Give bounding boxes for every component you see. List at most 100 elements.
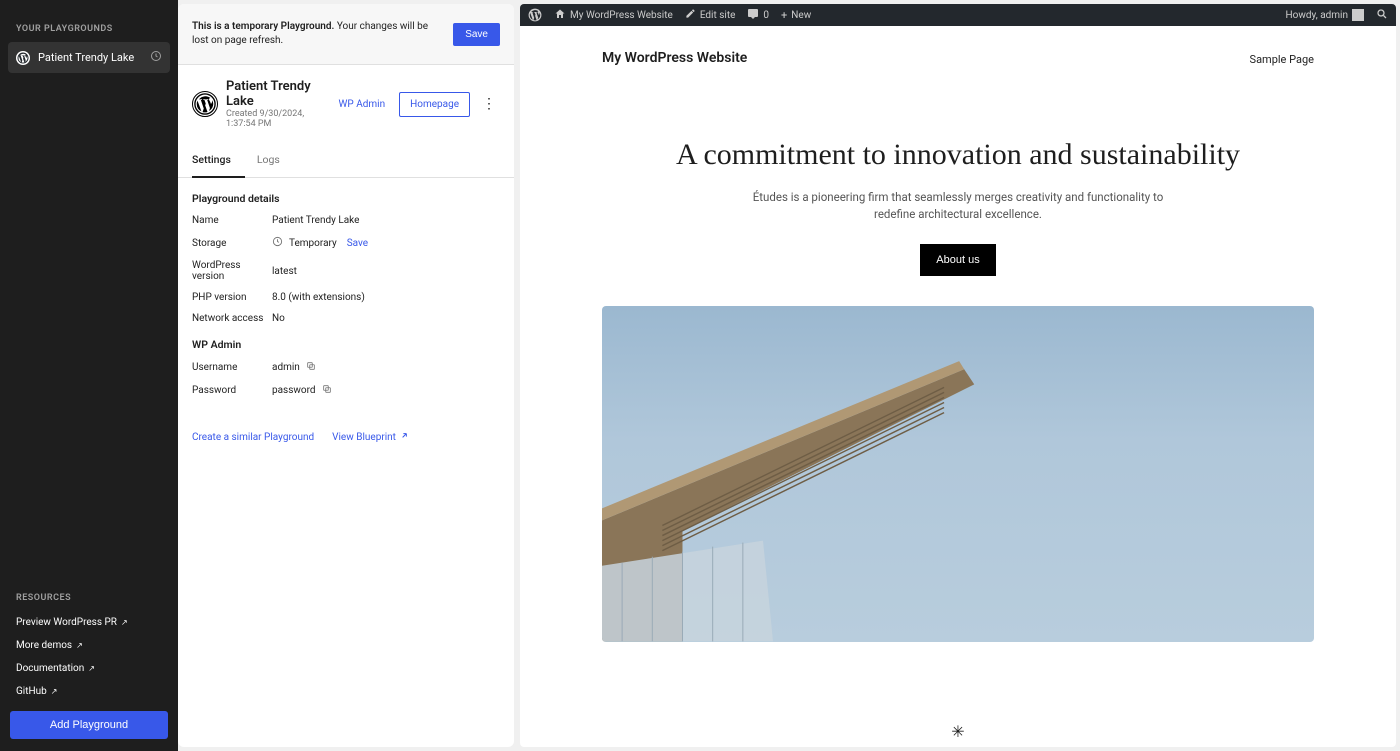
more-icon[interactable]: ⋮ <box>478 96 500 112</box>
save-button[interactable]: Save <box>453 23 500 46</box>
link-label: More demos <box>16 640 72 651</box>
hero-image <box>602 306 1314 642</box>
external-link-icon: ↗ <box>76 641 83 650</box>
resources-heading: RESOURCES <box>16 593 162 603</box>
wordpress-icon <box>16 51 30 65</box>
panel-created: Created 9/30/2024, 1:37:54 PM <box>226 109 325 129</box>
comments-menu[interactable]: 0 <box>747 8 769 23</box>
add-playground-button[interactable]: Add Playground <box>10 711 168 739</box>
detail-row-php-version: PHP version 8.0 (with extensions) <box>192 292 500 303</box>
admin-bar-label: My WordPress Website <box>570 10 673 21</box>
detail-value: No <box>272 313 500 324</box>
wp-logo-menu[interactable] <box>528 8 542 22</box>
detail-row-storage: Storage Temporary Save <box>192 236 500 250</box>
clock-icon <box>150 50 162 65</box>
detail-value: Patient Trendy Lake <box>272 215 500 226</box>
detail-label: WordPress version <box>192 260 272 282</box>
site-header: My WordPress Website Sample Page <box>602 48 1314 67</box>
avatar <box>1352 9 1364 21</box>
detail-label: Storage <box>192 238 272 249</box>
panel-footer-links: Create a similar Playground View Bluepri… <box>178 421 514 453</box>
hero: A commitment to innovation and sustainab… <box>602 137 1314 276</box>
about-us-button[interactable]: About us <box>920 244 995 276</box>
homepage-button[interactable]: Homepage <box>399 92 470 117</box>
view-blueprint-link[interactable]: View Blueprint <box>332 431 409 443</box>
details-heading: Playground details <box>192 192 500 205</box>
external-link-icon: ↗ <box>121 618 128 627</box>
panel-header: Patient Trendy Lake Created 9/30/2024, 1… <box>178 65 514 143</box>
playground-name: Patient Trendy Lake <box>38 51 150 64</box>
wordpress-icon <box>192 91 218 117</box>
hero-heading: A commitment to innovation and sustainab… <box>602 137 1314 173</box>
clock-icon <box>272 236 283 250</box>
detail-label: Name <box>192 215 272 226</box>
username-value: admin <box>272 362 300 373</box>
admin-bar-label: Howdy, admin <box>1286 10 1348 21</box>
site-name-menu[interactable]: My WordPress Website <box>554 8 673 23</box>
howdy-menu[interactable]: Howdy, admin <box>1286 9 1364 21</box>
copy-icon[interactable] <box>322 384 332 397</box>
admin-bar-label: New <box>791 10 811 21</box>
edit-site-menu[interactable]: Edit site <box>685 8 736 22</box>
github-link[interactable]: GitHub ↗ <box>8 680 170 703</box>
admin-bar-left: My WordPress Website Edit site 0 + New <box>528 8 811 23</box>
sidebar: YOUR PLAYGROUNDS Patient Trendy Lake RES… <box>0 0 178 751</box>
admin-bar-right: Howdy, admin <box>1286 8 1388 23</box>
new-menu[interactable]: + New <box>781 9 811 22</box>
search-menu[interactable] <box>1376 8 1388 23</box>
detail-label: Password <box>192 385 272 396</box>
panel-body: Playground details Name Patient Trendy L… <box>178 178 514 421</box>
admin-bar-label: Edit site <box>700 10 736 21</box>
detail-row-network: Network access No <box>192 313 500 324</box>
detail-value: Temporary Save <box>272 236 500 250</box>
site-title[interactable]: My WordPress Website <box>602 50 747 66</box>
detail-value: admin <box>272 361 500 374</box>
site-nav: Sample Page <box>1250 48 1314 67</box>
detail-value: latest <box>272 266 500 277</box>
tabs: Settings Logs <box>178 143 514 178</box>
separator-icon: ✳ <box>602 722 1314 741</box>
admin-bar-label: 0 <box>763 10 769 21</box>
detail-row-name: Name Patient Trendy Lake <box>192 215 500 226</box>
detail-label: PHP version <box>192 292 272 303</box>
plus-icon: + <box>781 9 787 22</box>
external-link-icon: ↗ <box>51 687 58 696</box>
search-icon <box>1376 8 1388 23</box>
detail-row-wp-version: WordPress version latest <box>192 260 500 282</box>
documentation-link[interactable]: Documentation ↗ <box>8 657 170 680</box>
storage-save-link[interactable]: Save <box>347 238 368 249</box>
link-label: GitHub <box>16 686 47 697</box>
playground-item[interactable]: Patient Trendy Lake <box>8 42 170 73</box>
playgrounds-heading: YOUR PLAYGROUNDS <box>16 24 162 34</box>
wp-admin-link[interactable]: WP Admin <box>333 93 392 116</box>
storage-value-text: Temporary <box>289 238 337 249</box>
detail-label: Username <box>192 362 272 373</box>
notice-text: This is a temporary Playground. Your cha… <box>192 20 453 48</box>
site-preview: My WordPress Website Edit site 0 + New <box>520 4 1396 747</box>
site-content: My WordPress Website Sample Page A commi… <box>520 26 1396 747</box>
more-demos-link[interactable]: More demos ↗ <box>8 634 170 657</box>
panel-title: Patient Trendy Lake <box>226 79 325 109</box>
external-link-icon: ↗ <box>88 664 95 673</box>
external-link-icon <box>400 431 409 443</box>
wp-admin-bar: My WordPress Website Edit site 0 + New <box>520 4 1396 26</box>
copy-icon[interactable] <box>306 361 316 374</box>
home-icon <box>554 8 566 23</box>
preview-wp-pr-link[interactable]: Preview WordPress PR ↗ <box>8 611 170 634</box>
settings-panel: This is a temporary Playground. Your cha… <box>178 4 514 747</box>
link-label: Preview WordPress PR <box>16 617 117 628</box>
detail-value: 8.0 (with extensions) <box>272 292 500 303</box>
hero-sub: Études is a pioneering firm that seamles… <box>748 189 1168 224</box>
tab-settings[interactable]: Settings <box>192 143 245 178</box>
create-similar-link[interactable]: Create a similar Playground <box>192 431 314 443</box>
nav-sample-page[interactable]: Sample Page <box>1250 53 1314 66</box>
detail-row-username: Username admin <box>192 361 500 374</box>
edit-icon <box>685 8 696 22</box>
link-label: Documentation <box>16 663 84 674</box>
detail-row-password: Password password <box>192 384 500 397</box>
password-value: password <box>272 385 316 396</box>
wp-admin-heading: WP Admin <box>192 338 500 351</box>
tab-logs[interactable]: Logs <box>257 143 294 177</box>
comment-icon <box>747 8 759 23</box>
link-label: View Blueprint <box>332 432 396 443</box>
